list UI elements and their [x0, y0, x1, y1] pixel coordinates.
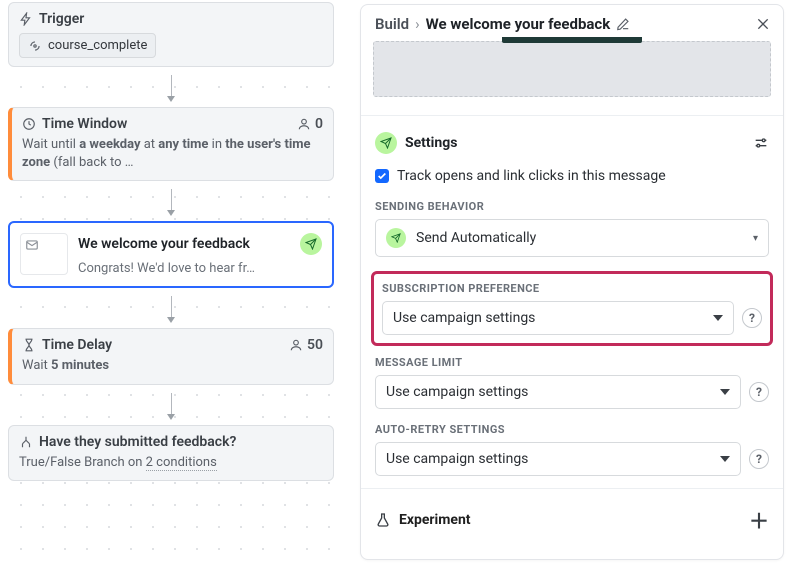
breadcrumb-separator: › — [415, 15, 420, 33]
message-limit-help-button[interactable]: ? — [749, 382, 769, 402]
clock-icon — [22, 117, 36, 131]
auto-retry-label: AUTO-RETRY SETTINGS — [375, 423, 769, 436]
mail-icon — [25, 238, 39, 252]
send-badge — [300, 233, 322, 255]
checkbox-checked[interactable] — [375, 169, 389, 183]
edit-title-button[interactable] — [616, 17, 630, 31]
node-message-selected[interactable]: We welcome your feedback Congrats! We'd … — [8, 221, 334, 288]
message-thumbnail — [20, 233, 68, 275]
hourglass-icon — [22, 338, 36, 352]
panel-title: We welcome your feedback — [426, 15, 611, 33]
auto-retry-select[interactable]: Use campaign settings — [375, 442, 741, 476]
message-limit-label: MESSAGE LIMIT — [375, 356, 769, 369]
node-trigger-title: Trigger — [39, 11, 84, 27]
workflow-canvas: Trigger course_complete Time Window 0 Wa… — [0, 0, 350, 568]
connector — [8, 393, 334, 417]
connector — [8, 296, 334, 320]
sending-behavior-select[interactable]: Send Automatically ▾ — [375, 219, 769, 257]
settings-section: Settings Track opens and link clicks in … — [361, 116, 783, 488]
preview-placeholder — [373, 41, 771, 97]
track-opens-row[interactable]: Track opens and link clicks in this mess… — [375, 168, 769, 184]
person-icon — [297, 117, 311, 131]
message-preview: Congrats! We'd love to hear fr… — [78, 261, 322, 276]
subscription-preference-highlight: SUBSCRIPTION PREFERENCE Use campaign set… — [371, 271, 773, 346]
experiment-section[interactable]: Experiment ＋ — [361, 488, 783, 550]
time-delay-desc: Wait 5 minutes — [22, 357, 323, 375]
message-limit-select[interactable]: Use campaign settings — [375, 375, 741, 409]
send-auto-badge — [386, 228, 406, 248]
node-time-window[interactable]: Time Window 0 Wait until a weekday at an… — [8, 107, 334, 181]
node-trigger[interactable]: Trigger course_complete — [8, 2, 334, 67]
time-window-count: 0 — [297, 116, 323, 132]
chevron-down-icon — [720, 456, 730, 462]
sending-behavior-value: Send Automatically — [416, 230, 536, 246]
td-text: Wait — [22, 358, 51, 373]
subscription-preference-value: Use campaign settings — [393, 310, 535, 326]
node-time-delay[interactable]: Time Delay 50 Wait 5 minutes — [8, 328, 334, 384]
detail-panel: Build › We welcome your feedback Setting… — [360, 4, 784, 560]
paper-plane-icon — [391, 233, 401, 243]
branch-icon — [19, 435, 33, 449]
experiment-title: Experiment — [399, 512, 471, 528]
td-duration: 5 minutes — [51, 358, 109, 373]
auto-retry-help-button[interactable]: ? — [749, 449, 769, 469]
message-title: We welcome your feedback — [78, 236, 250, 252]
breadcrumb-root[interactable]: Build — [375, 15, 409, 33]
paper-plane-icon — [305, 238, 317, 250]
message-limit-value: Use campaign settings — [386, 384, 528, 400]
track-opens-label: Track opens and link clicks in this mess… — [397, 168, 666, 184]
node-time-delay-title: Time Delay — [42, 337, 112, 353]
branch-conditions-link[interactable]: 2 conditions — [146, 455, 217, 471]
bolt-icon — [19, 12, 33, 26]
tw-text4: (fall back to … — [50, 155, 133, 170]
node-branch[interactable]: Have they submitted feedback? True/False… — [8, 425, 334, 481]
check-icon — [377, 171, 387, 181]
tw-weekday: a weekday — [79, 137, 140, 152]
branch-desc: True/False Branch on 2 conditions — [19, 454, 323, 472]
trigger-event-name: course_complete — [48, 38, 147, 53]
auto-retry-value: Use campaign settings — [386, 451, 528, 467]
trigger-event-pill[interactable]: course_complete — [19, 33, 156, 58]
pencil-icon — [616, 17, 630, 31]
time-delay-count: 50 — [289, 337, 323, 353]
flask-icon — [375, 512, 391, 528]
time-delay-count-value: 50 — [307, 337, 323, 353]
person-icon — [289, 338, 303, 352]
add-experiment-button[interactable]: ＋ — [749, 505, 769, 534]
settings-badge — [375, 132, 397, 154]
time-window-count-value: 0 — [315, 116, 323, 132]
node-time-window-title: Time Window — [42, 116, 127, 132]
sliders-icon — [753, 135, 769, 151]
tw-text3: in — [208, 137, 225, 152]
node-branch-title: Have they submitted feedback? — [39, 434, 236, 450]
tw-text: Wait until — [22, 137, 79, 152]
connector — [8, 189, 334, 213]
tw-text2: at — [141, 137, 159, 152]
settings-collapse-button[interactable] — [753, 135, 769, 151]
settings-header: Settings — [375, 132, 769, 154]
subscription-preference-select[interactable]: Use campaign settings — [382, 301, 734, 335]
chevron-down-icon — [720, 389, 730, 395]
close-button[interactable] — [755, 16, 771, 32]
tw-anytime: any time — [158, 137, 208, 152]
time-window-desc: Wait until a weekday at any time in the … — [22, 136, 323, 172]
chevron-down-icon — [713, 315, 723, 321]
chevron-down-icon: ▾ — [753, 233, 758, 244]
broadcast-icon — [28, 39, 42, 53]
sending-behavior-label: SENDING BEHAVIOR — [375, 200, 769, 213]
paper-plane-icon — [380, 137, 392, 149]
subscription-preference-label: SUBSCRIPTION PREFERENCE — [382, 282, 762, 295]
connector — [8, 75, 334, 99]
panel-header: Build › We welcome your feedback — [361, 5, 783, 41]
br-text: True/False Branch on — [19, 455, 146, 470]
subscription-help-button[interactable]: ? — [742, 308, 762, 328]
close-icon — [755, 16, 771, 32]
settings-title: Settings — [405, 135, 457, 151]
